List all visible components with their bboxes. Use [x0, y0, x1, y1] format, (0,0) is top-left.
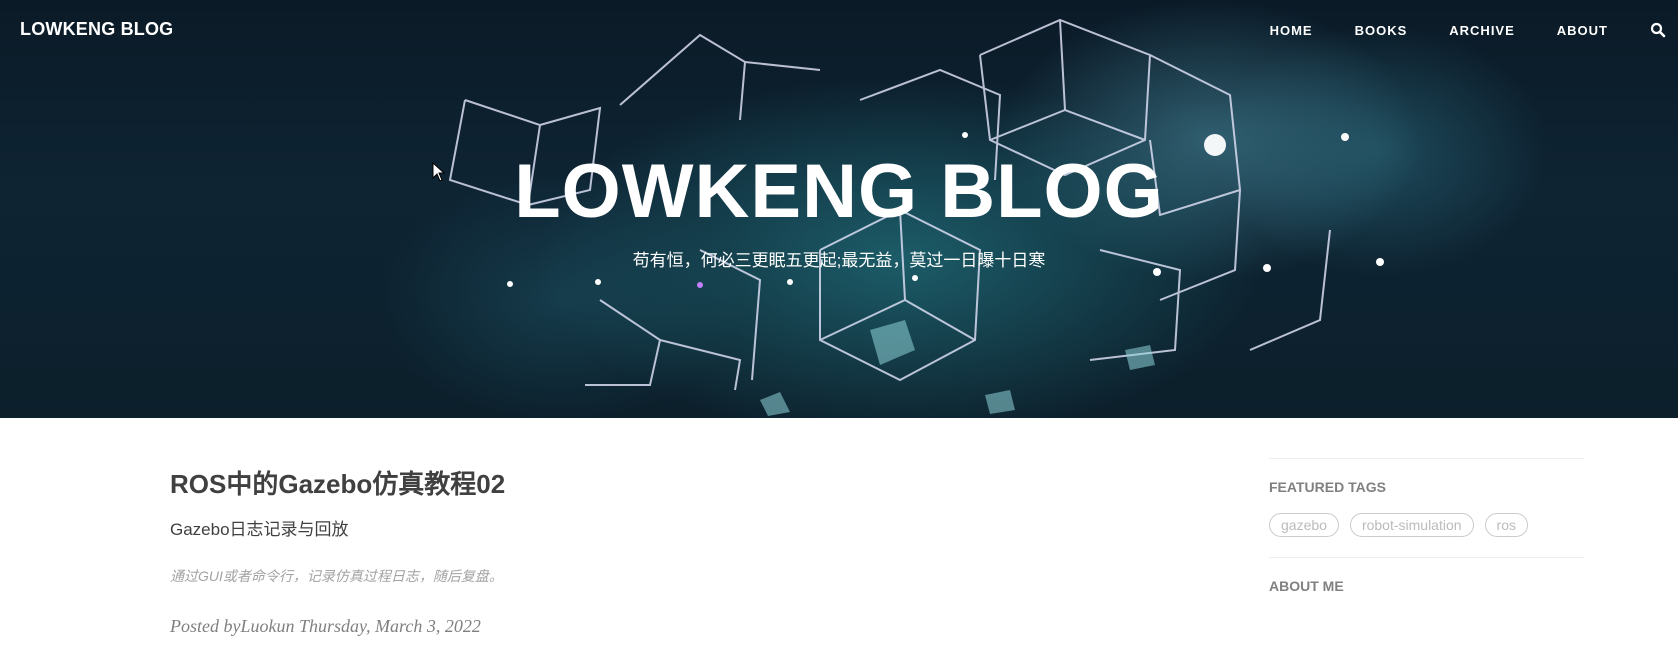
- mouse-cursor-icon: [432, 162, 446, 182]
- post-title[interactable]: ROS中的Gazebo仿真教程02: [170, 464, 1070, 501]
- nav-about-link[interactable]: ABOUT: [1557, 23, 1608, 38]
- about-me-heading: ABOUT ME: [1269, 578, 1344, 594]
- top-navbar: LOWKENG BLOG HOME BOOKS ARCHIVE ABOUT: [0, 0, 1678, 60]
- navbar-brand[interactable]: LOWKENG BLOG: [20, 19, 173, 40]
- nav-archive-link[interactable]: ARCHIVE: [1449, 23, 1515, 38]
- sidebar: FEATURED TAGS gazebo robot-simulation ro…: [1269, 458, 1584, 594]
- featured-tags-list: gazebo robot-simulation ros: [1269, 513, 1584, 537]
- nav-books-link[interactable]: BOOKS: [1355, 23, 1408, 38]
- tag-ros[interactable]: ros: [1484, 513, 1528, 537]
- site-subtitle: 苟有恒，何必三更眠五更起;最无益，莫过一日曝十日寒: [632, 251, 1046, 270]
- site-title: LOWKENG BLOG: [514, 149, 1164, 234]
- sidebar-divider: [1269, 458, 1584, 459]
- post-subtitle[interactable]: Gazebo日志记录与回放: [170, 515, 1070, 540]
- featured-tags-heading: FEATURED TAGS: [1269, 479, 1386, 495]
- post-excerpt: 通过GUI或者命令行，记录仿真过程日志，随后复盘。: [170, 568, 503, 584]
- post-meta: Posted byLuokun Thursday, March 3, 2022: [170, 616, 481, 636]
- nav-menu: HOME BOOKS ARCHIVE ABOUT: [1270, 0, 1678, 60]
- tag-robot-simulation[interactable]: robot-simulation: [1349, 513, 1474, 537]
- sidebar-divider: [1269, 557, 1584, 558]
- nav-home-link[interactable]: HOME: [1270, 23, 1313, 38]
- search-icon[interactable]: [1650, 22, 1666, 38]
- post-preview[interactable]: ROS中的Gazebo仿真教程02 Gazebo日志记录与回放 通过GUI或者命…: [170, 464, 1070, 637]
- tag-gazebo[interactable]: gazebo: [1269, 513, 1339, 537]
- hero-header: LOWKENG BLOG HOME BOOKS ARCHIVE ABOUT LO…: [0, 0, 1678, 418]
